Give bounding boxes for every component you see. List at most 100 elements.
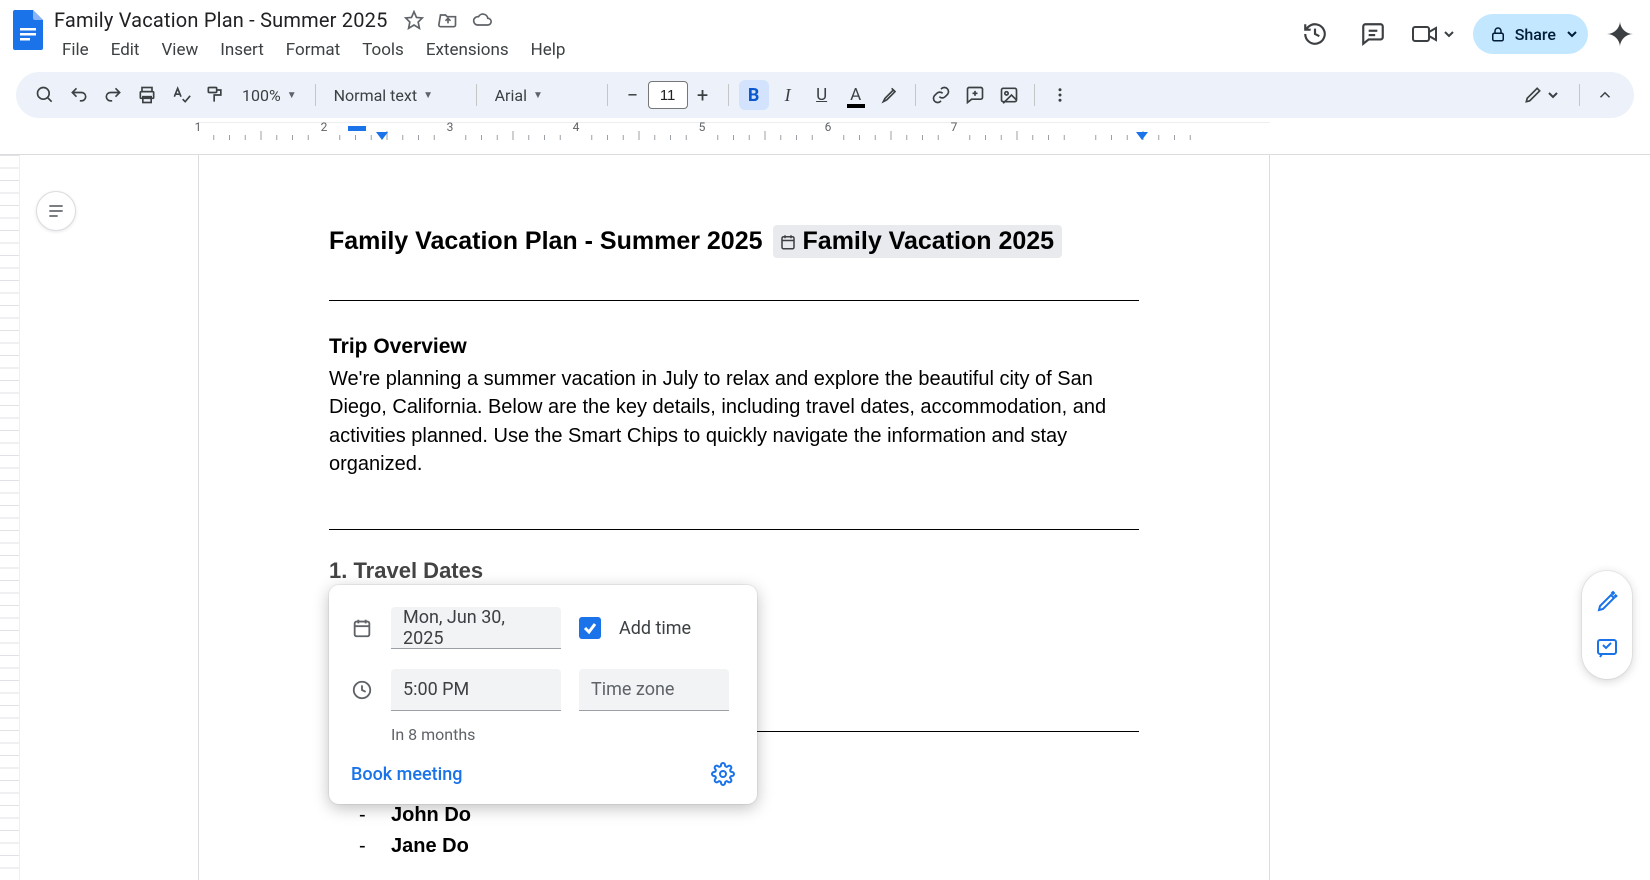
side-tools [1582,571,1632,679]
section-heading-overview: Trip Overview [329,335,1139,359]
ruler-number: 5 [699,120,706,134]
menu-view[interactable]: View [151,38,208,64]
lock-icon [1489,25,1507,43]
overview-body: We're planning a summer vacation in July… [329,365,1139,479]
calendar-icon [779,233,797,251]
star-icon[interactable] [404,10,424,30]
date-field[interactable]: Mon, Jun 30, 2025 [391,607,561,649]
style-dropdown[interactable]: Normal text ▼ [326,80,466,110]
paint-format-icon[interactable] [200,80,230,110]
print-icon[interactable] [132,80,162,110]
app-header: Family Vacation Plan - Summer 2025 File … [0,0,1650,68]
attendees-list: John Do Jane Do [359,800,1139,862]
section-heading-dates: 1. Travel Dates [329,558,1139,584]
horizontal-ruler[interactable]: // (ticks drawn via JS below for brevity… [0,122,1650,148]
event-smart-chip[interactable]: Family Vacation 2025 [773,225,1063,258]
share-dropdown[interactable] [1556,14,1588,54]
font-size-input[interactable] [648,81,688,109]
toolbar: 100% ▼ Normal text ▼ Arial ▼ − + B I U A [16,72,1634,118]
menu-format[interactable]: Format [276,38,350,64]
date-field-value: Mon, Jun 30, 2025 [403,607,549,649]
insert-image-icon[interactable] [994,80,1024,110]
page-title: Family Vacation Plan - Summer 2025 Famil… [329,225,1139,258]
outline-toggle-icon[interactable] [36,191,76,231]
ruler-number: 2 [321,120,328,134]
meet-button[interactable] [1411,23,1455,45]
highlight-color-button[interactable] [875,80,905,110]
header-actions: Share [1295,6,1634,54]
font-size-increase[interactable]: + [688,80,718,110]
settings-icon[interactable] [711,762,735,786]
menu-insert[interactable]: Insert [210,38,274,64]
ruler-number: 7 [951,120,958,134]
horizontal-rule [329,300,1139,301]
caret-down-icon [1443,28,1455,40]
book-meeting-button[interactable]: Book meeting [351,764,462,785]
font-size-decrease[interactable]: − [618,80,648,110]
suggest-edits-icon[interactable] [1590,631,1624,665]
zoom-dropdown[interactable]: 100% ▼ [234,80,305,110]
page[interactable]: Family Vacation Plan - Summer 2025 Famil… [198,155,1270,880]
search-icon[interactable] [30,80,60,110]
indent-marker[interactable] [1136,132,1148,140]
menu-edit[interactable]: Edit [101,38,150,64]
collapse-toolbar-icon[interactable] [1590,80,1620,110]
ruler-number: 4 [573,120,580,134]
date-chip-popup: Mon, Jun 30, 2025 Add time 5:00 PM Time … [329,585,757,804]
move-icon[interactable] [438,10,458,30]
add-comment-icon[interactable] [960,80,990,110]
share-label: Share [1515,25,1556,44]
history-icon[interactable] [1295,14,1335,54]
document-title[interactable]: Family Vacation Plan - Summer 2025 [52,8,390,32]
ruler-number: 6 [825,120,832,134]
add-time-label: Add time [619,618,691,639]
time-field-value: 5:00 PM [403,679,469,700]
menu-file[interactable]: File [52,38,99,64]
list-item: Jane Do [359,831,1139,862]
menu-bar: File Edit View Insert Format Tools Exten… [52,38,575,64]
indent-marker[interactable] [348,126,366,131]
time-field[interactable]: 5:00 PM [391,669,561,711]
document-canvas: Family Vacation Plan - Summer 2025 Famil… [0,154,1650,880]
menu-help[interactable]: Help [521,38,576,64]
relative-date-text: In 8 months [391,725,735,744]
caret-down-icon: ▼ [287,90,297,101]
caret-down-icon [1547,89,1559,101]
editing-mode-dropdown[interactable] [1513,79,1569,111]
bold-button[interactable]: B [739,80,769,110]
ruler-number: 1 [195,120,202,134]
style-value: Normal text [334,86,417,105]
text-color-button[interactable]: A [841,80,871,110]
zoom-value: 100% [242,86,281,105]
title-block: Family Vacation Plan - Summer 2025 File … [48,6,575,64]
docs-logo-icon[interactable] [8,6,48,58]
italic-button[interactable]: I [773,80,803,110]
undo-icon[interactable] [64,80,94,110]
comments-icon[interactable] [1353,14,1393,54]
calendar-icon [351,617,373,639]
font-dropdown[interactable]: Arial ▼ [487,80,597,110]
indent-marker[interactable] [376,132,388,140]
event-chip-label: Family Vacation 2025 [803,227,1055,256]
horizontal-rule [329,529,1139,530]
clock-icon [351,679,373,701]
timezone-field[interactable]: Time zone [579,669,729,711]
vertical-ruler[interactable] [0,155,20,880]
gemini-icon[interactable] [1606,20,1634,48]
ruler-number: 3 [447,120,454,134]
caret-down-icon [1566,28,1578,40]
spellcheck-icon[interactable] [166,80,196,110]
ai-edit-icon[interactable] [1590,585,1624,619]
caret-down-icon: ▼ [423,90,433,101]
underline-button[interactable]: U [807,80,837,110]
add-time-checkbox[interactable] [579,617,601,639]
pencil-icon [1523,85,1543,105]
menu-extensions[interactable]: Extensions [416,38,519,64]
redo-icon[interactable] [98,80,128,110]
cloud-status-icon[interactable] [472,10,492,30]
link-icon[interactable] [926,80,956,110]
menu-tools[interactable]: Tools [352,38,414,64]
list-item: John Do [359,800,1139,831]
page-title-text: Family Vacation Plan - Summer 2025 [329,227,763,256]
more-icon[interactable] [1045,80,1075,110]
